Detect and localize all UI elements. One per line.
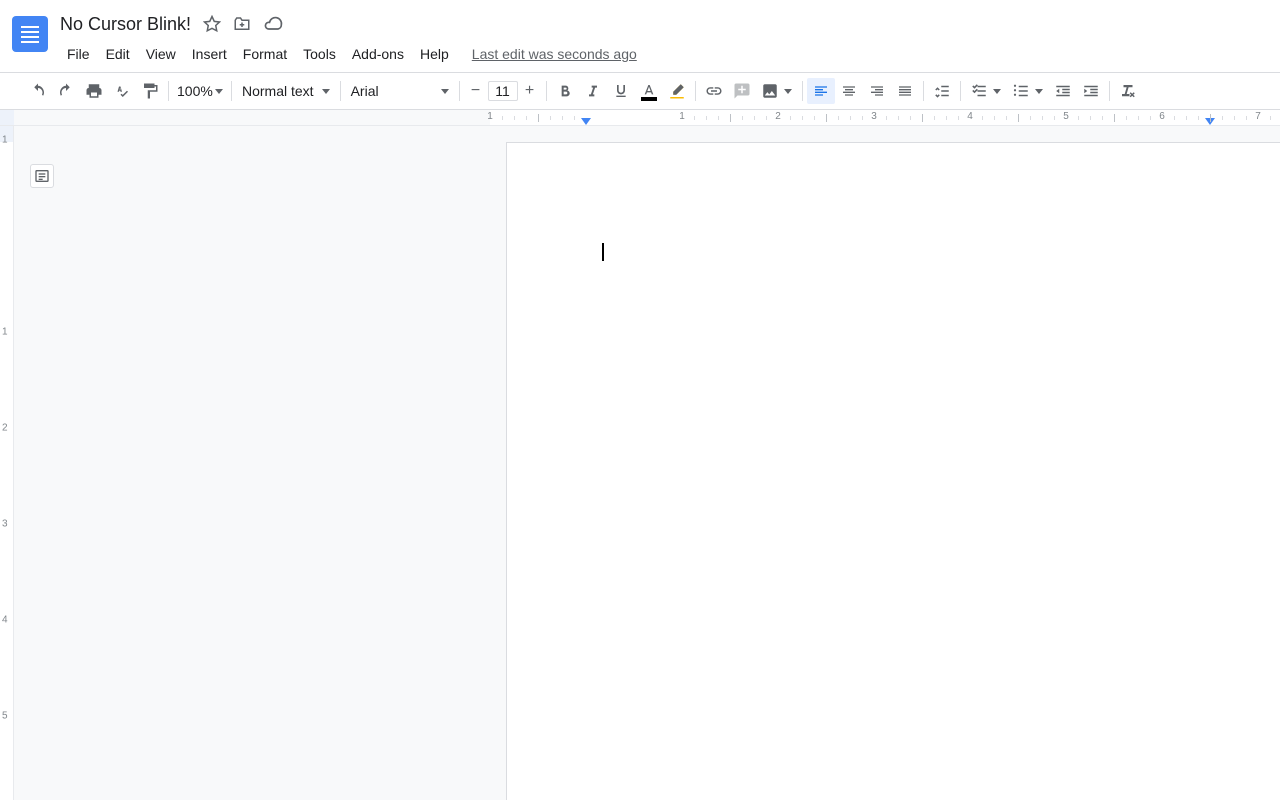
menu-format[interactable]: Format (236, 42, 294, 66)
ruler-corner (0, 110, 14, 125)
line-spacing-button[interactable] (928, 78, 956, 104)
separator (546, 81, 547, 101)
last-edit-link[interactable]: Last edit was seconds ago (472, 46, 637, 62)
separator (231, 81, 232, 101)
menu-bar: File Edit View Insert Format Tools Add-o… (60, 42, 1280, 66)
menu-view[interactable]: View (139, 42, 183, 66)
title-row: No Cursor Blink! (60, 10, 1280, 38)
dropdown-arrow-icon (993, 89, 1007, 94)
font-size-input[interactable] (488, 81, 518, 101)
document-page[interactable] (506, 142, 1280, 800)
increase-font-size-button[interactable]: + (518, 79, 542, 103)
align-center-button[interactable] (835, 78, 863, 104)
canvas[interactable] (14, 126, 1280, 800)
increase-indent-button[interactable] (1077, 78, 1105, 104)
add-comment-button[interactable] (728, 78, 756, 104)
spellcheck-button[interactable] (108, 78, 136, 104)
zoom-value: 100% (177, 83, 213, 99)
clear-formatting-button[interactable] (1114, 78, 1142, 104)
separator (695, 81, 696, 101)
vruler-page-area (0, 142, 13, 800)
italic-button[interactable] (579, 78, 607, 104)
font-select[interactable]: Arial (345, 83, 455, 99)
font-value: Arial (351, 83, 379, 99)
style-value: Normal text (242, 83, 314, 99)
move-icon[interactable] (233, 15, 251, 33)
checklist-button[interactable] (965, 78, 1007, 104)
separator (168, 81, 169, 101)
ruler-track: 11234567 (14, 110, 1280, 125)
menu-insert[interactable]: Insert (185, 42, 234, 66)
separator (340, 81, 341, 101)
underline-button[interactable] (607, 78, 635, 104)
left-indent-marker[interactable] (580, 118, 592, 126)
vertical-ruler[interactable]: 112345 (0, 126, 14, 800)
decrease-font-size-button[interactable]: − (464, 79, 488, 103)
align-left-button[interactable] (807, 78, 835, 104)
menu-file[interactable]: File (60, 42, 97, 66)
cloud-status-icon[interactable] (263, 14, 283, 34)
dropdown-arrow-icon (784, 89, 798, 94)
header: No Cursor Blink! File Edit View Insert F… (0, 0, 1280, 72)
print-button[interactable] (80, 78, 108, 104)
document-title[interactable]: No Cursor Blink! (60, 14, 191, 35)
horizontal-ruler[interactable]: 11234567 (0, 110, 1280, 126)
logo-area (0, 8, 60, 52)
align-right-button[interactable] (863, 78, 891, 104)
title-area: No Cursor Blink! File Edit View Insert F… (60, 8, 1280, 66)
insert-image-button[interactable] (756, 78, 798, 104)
editor-body: 112345 (0, 126, 1280, 800)
dropdown-arrow-icon (322, 89, 330, 94)
bulleted-list-button[interactable] (1007, 78, 1049, 104)
separator (1109, 81, 1110, 101)
toolbar: 100% Normal text Arial − + (0, 72, 1280, 110)
font-size-group: − + (464, 79, 542, 103)
menu-edit[interactable]: Edit (99, 42, 137, 66)
dropdown-arrow-icon (1035, 89, 1049, 94)
star-icon[interactable] (203, 15, 221, 33)
undo-button[interactable] (24, 78, 52, 104)
separator (960, 81, 961, 101)
dropdown-arrow-icon (215, 89, 223, 94)
paint-format-button[interactable] (136, 78, 164, 104)
separator (459, 81, 460, 101)
insert-link-button[interactable] (700, 78, 728, 104)
paragraph-style-select[interactable]: Normal text (236, 83, 336, 99)
menu-help[interactable]: Help (413, 42, 456, 66)
zoom-select[interactable]: 100% (173, 83, 227, 99)
text-cursor (602, 243, 604, 261)
decrease-indent-button[interactable] (1049, 78, 1077, 104)
document-outline-button[interactable] (30, 164, 54, 188)
redo-button[interactable] (52, 78, 80, 104)
text-color-button[interactable] (635, 78, 663, 104)
highlight-color-button[interactable] (663, 78, 691, 104)
separator (802, 81, 803, 101)
separator (923, 81, 924, 101)
bold-button[interactable] (551, 78, 579, 104)
menu-tools[interactable]: Tools (296, 42, 343, 66)
menu-addons[interactable]: Add-ons (345, 42, 411, 66)
docs-logo-icon[interactable] (12, 16, 48, 52)
dropdown-arrow-icon (441, 89, 449, 94)
align-justify-button[interactable] (891, 78, 919, 104)
